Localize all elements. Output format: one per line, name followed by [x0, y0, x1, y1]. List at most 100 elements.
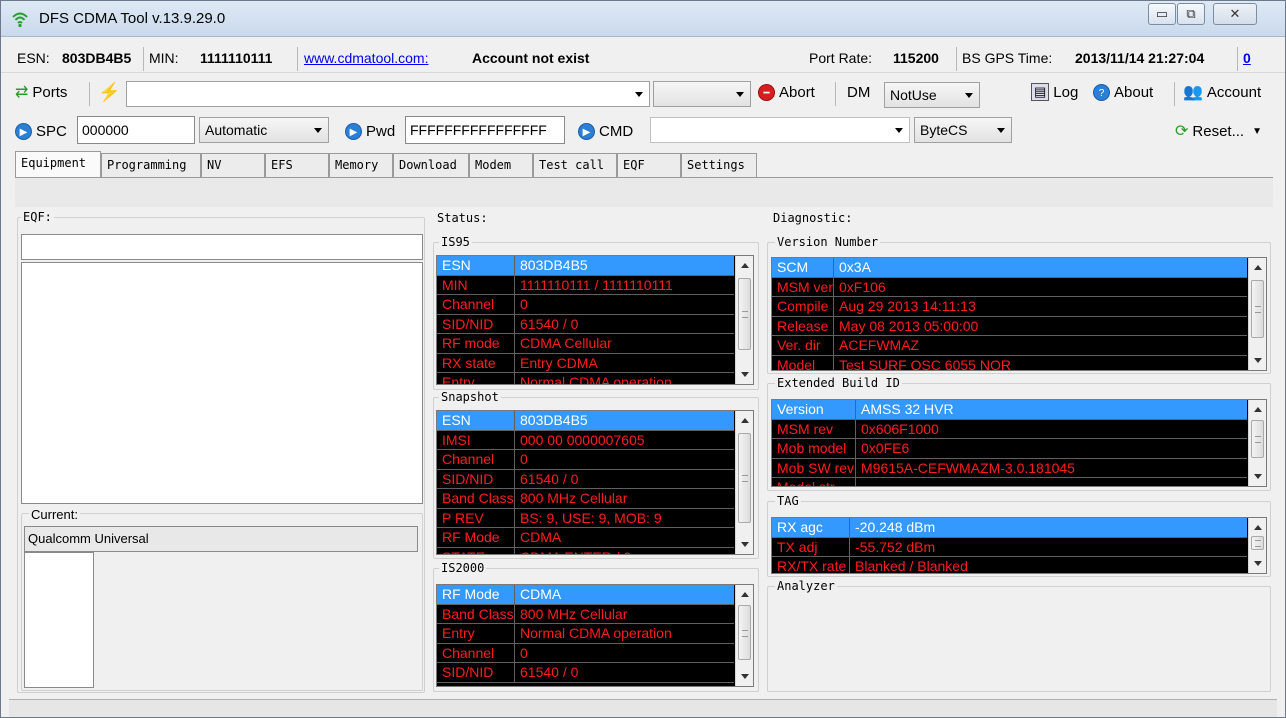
tab-memory[interactable]: Memory	[329, 153, 393, 177]
scroll-down-icon[interactable]	[736, 668, 753, 685]
grid-row[interactable]: Model Test SURF QSC 6055 NOR	[772, 355, 1247, 370]
grid-row[interactable]: SID/NID 61540 / 0	[437, 469, 734, 489]
eqf-list[interactable]	[21, 262, 423, 504]
grid-row[interactable]: TX adj -55.752 dBm	[772, 537, 1247, 557]
grid-row[interactable]: Channel 0	[437, 450, 734, 470]
grid-row[interactable]: Mob SW rev M9615A-CEFWMAZM-3.0.181045	[772, 458, 1247, 478]
grid-row[interactable]: ESN 803DB4B5	[437, 256, 734, 276]
grid-row[interactable]: Entry Normal CDMA operation	[437, 624, 734, 644]
pwd-button[interactable]: ▶ Pwd	[343, 118, 397, 144]
grid-row[interactable]: RX state Entry CDMA	[437, 353, 734, 373]
close-button[interactable]: ✕	[1213, 3, 1257, 25]
grid-row[interactable]: Ver. dir ACEFWMAZ	[772, 336, 1247, 356]
grid-row[interactable]: Model str	[772, 478, 1247, 486]
abort-button[interactable]: ━ Abort	[756, 79, 817, 105]
scroll-up-icon[interactable]	[1249, 259, 1266, 276]
vertical-scrollbar[interactable]	[735, 585, 753, 686]
grid-row[interactable]: Release May 08 2013 05:00:00	[772, 316, 1247, 336]
spc-button[interactable]: ▶ SPC	[13, 118, 69, 144]
tab-download[interactable]: Download	[393, 153, 469, 177]
tab-eqf[interactable]: EQF	[617, 153, 681, 177]
grid-row[interactable]: SID/NID 61540 / 0	[437, 314, 734, 334]
vertical-scrollbar[interactable]	[1248, 258, 1266, 370]
tab-test-call[interactable]: Test call	[533, 153, 617, 177]
is2000-grid[interactable]: RF Mode CDMA Band Class 800 MHz Cellular Ent…	[436, 584, 754, 687]
maximize-button[interactable]: ⧉	[1177, 3, 1205, 25]
vertical-scrollbar[interactable]	[1248, 400, 1266, 486]
port-select[interactable]	[126, 81, 650, 107]
pwd-input[interactable]	[405, 116, 565, 144]
scroll-thumb[interactable]	[738, 605, 751, 660]
scroll-up-icon[interactable]	[1249, 401, 1266, 418]
scroll-thumb[interactable]	[738, 278, 751, 350]
grid-row[interactable]: MSM rev 0x606F1000	[772, 419, 1247, 439]
grid-row[interactable]: Mob model 0x0FE6	[772, 439, 1247, 459]
grid-row[interactable]: Band Class 800 MHz Cellular	[437, 604, 734, 624]
tab-efs[interactable]: EFS	[265, 153, 329, 177]
is95-grid[interactable]: ESN 803DB4B5 MIN 1111110111 / 1111110111 Cha…	[436, 255, 754, 385]
snapshot-grid[interactable]: ESN 803DB4B5 IMSI 000 00 0000007605 Channel 0…	[436, 410, 754, 555]
scroll-up-icon[interactable]	[736, 257, 753, 274]
gps-counter-link[interactable]: 0	[1243, 50, 1251, 66]
grid-row[interactable]: IMSI 000 00 0000007605	[437, 430, 734, 450]
grid-row[interactable]: Channel 0	[437, 643, 734, 663]
grid-row[interactable]: RF mode CDMA Cellular	[437, 334, 734, 354]
tag-grid[interactable]: RX agc -20.248 dBm TX adj -55.752 dBm RX/TX …	[771, 517, 1267, 574]
port-option-select[interactable]	[653, 81, 751, 107]
scroll-up-icon[interactable]	[1249, 519, 1266, 536]
grid-row[interactable]: STATECDMA ENTER / 0	[437, 547, 734, 554]
vertical-scrollbar[interactable]	[735, 411, 753, 554]
website-link[interactable]: www.cdmatool.com:	[304, 50, 428, 66]
minimize-button[interactable]: ▭	[1148, 3, 1176, 25]
extended-grid[interactable]: Version AMSS 32 HVR MSM rev 0x606F1000 Mob m…	[771, 399, 1267, 487]
spc-input[interactable]	[77, 116, 195, 144]
grid-row[interactable]: RX/TX rate Blanked / Blanked	[772, 557, 1247, 573]
dm-select[interactable]: NotUse	[884, 82, 980, 108]
grid-row[interactable]: ESN 803DB4B5	[437, 411, 734, 431]
scroll-up-icon[interactable]	[736, 412, 753, 429]
grid-row[interactable]: Entry Normal CDMA operation	[437, 373, 734, 384]
grid-row[interactable]: SID/NID 61540 / 0	[437, 663, 734, 683]
vertical-scrollbar[interactable]	[735, 256, 753, 384]
scroll-up-icon[interactable]	[736, 586, 753, 603]
account-button[interactable]: 👥 Account	[1181, 79, 1263, 105]
cmd-select[interactable]	[650, 117, 910, 143]
grid-row[interactable]: Compile Aug 29 2013 14:11:13	[772, 297, 1247, 317]
grid-row[interactable]: P REV BS: 9, USE: 9, MOB: 9	[437, 508, 734, 528]
scroll-thumb[interactable]	[738, 433, 751, 523]
tab-equipment[interactable]: Equipment	[15, 151, 101, 178]
tab-programming[interactable]: Programming	[101, 153, 201, 177]
grid-row[interactable]: Band Class 800 MHz Cellular	[437, 489, 734, 509]
grid-row[interactable]: Version AMSS 32 HVR	[772, 400, 1247, 420]
cmd-button[interactable]: ▶ CMD	[576, 118, 635, 144]
spc-mode-select[interactable]: Automatic	[199, 117, 329, 143]
grid-row[interactable]: MIN 1111110111 / 1111110111	[437, 275, 734, 295]
scroll-down-icon[interactable]	[1249, 352, 1266, 369]
grid-row[interactable]: MSM ver 0xF106	[772, 277, 1247, 297]
scroll-down-icon[interactable]	[736, 536, 753, 553]
bytecs-select[interactable]: ByteCS	[914, 117, 1012, 143]
tab-nv[interactable]: NV	[201, 153, 265, 177]
scroll-down-icon[interactable]	[1249, 555, 1266, 572]
scroll-thumb[interactable]	[1251, 420, 1264, 458]
tab-modem[interactable]: Modem	[469, 153, 533, 177]
ports-button[interactable]: ⇄ Ports	[13, 79, 69, 105]
grid-value: AMSS 32 HVR	[861, 401, 954, 417]
vertical-scrollbar[interactable]	[1248, 518, 1266, 573]
scroll-thumb[interactable]	[1251, 536, 1264, 550]
scroll-thumb[interactable]	[1251, 280, 1264, 338]
scroll-down-icon[interactable]	[1249, 468, 1266, 485]
tab-settings[interactable]: Settings	[681, 153, 757, 177]
log-button[interactable]: ▤ Log	[1029, 79, 1080, 105]
version-grid[interactable]: SCM 0x3A MSM ver 0xF106 Compile Aug 29 2013 1…	[771, 257, 1267, 371]
about-button[interactable]: ? About	[1091, 79, 1155, 105]
eqf-search-input[interactable]	[21, 234, 423, 260]
grid-row[interactable]: RX agc -20.248 dBm	[772, 518, 1247, 538]
scroll-down-icon[interactable]	[736, 366, 753, 383]
grid-row[interactable]: Channel 0	[437, 295, 734, 315]
reset-button[interactable]: ⟳ Reset... ▼	[1173, 118, 1264, 144]
disconnect-button[interactable]: ⚡	[96, 79, 122, 105]
grid-row[interactable]: RF Mode CDMA	[437, 585, 734, 605]
grid-row[interactable]: SCM 0x3A	[772, 258, 1247, 278]
grid-row[interactable]: RF Mode CDMA	[437, 528, 734, 548]
